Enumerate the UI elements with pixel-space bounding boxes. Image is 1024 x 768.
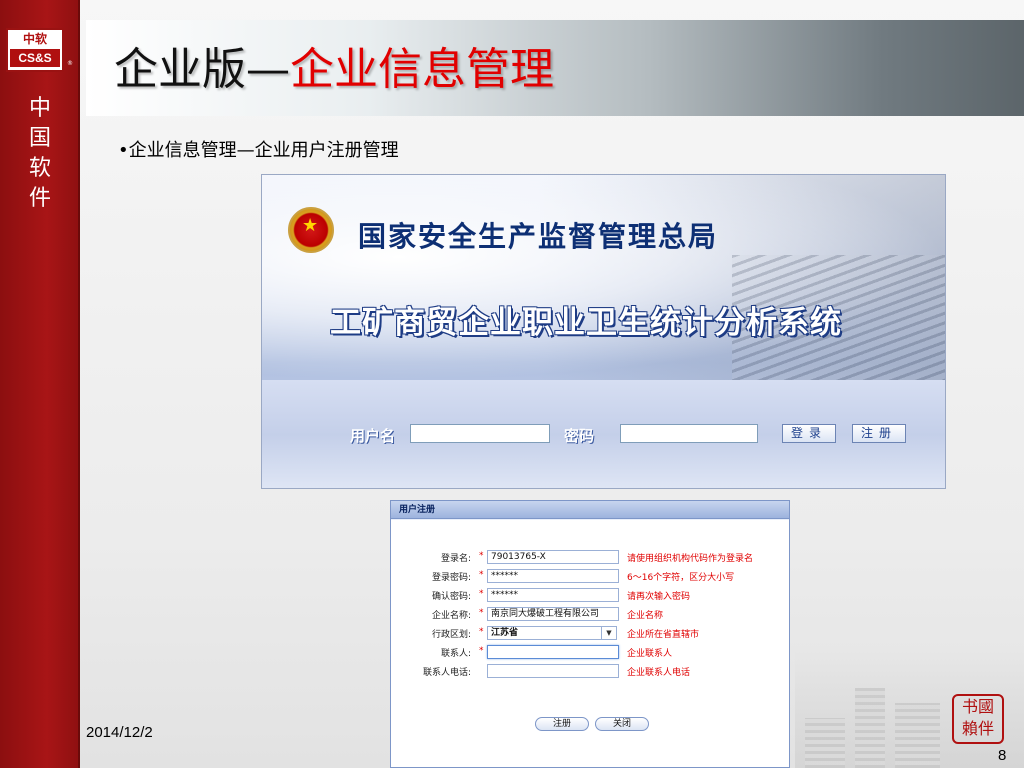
contact-hint: 企业联系人 <box>627 649 673 659</box>
region-select-value: 江苏省 <box>491 628 519 638</box>
contact-phone-hint: 企业联系人电话 <box>627 668 691 678</box>
building-shape <box>855 688 885 768</box>
required-mark: * <box>479 646 484 656</box>
register-form: 登录名: * 79013765-X 请使用组织机构代码作为登录名 登录密码: *… <box>391 520 789 767</box>
contact-label: 联系人: <box>440 649 471 659</box>
seal-text-line: 书國 <box>961 697 994 716</box>
login-screenshot: ★ 国家安全生产监督管理总局 工矿商贸企业职业卫生统计分析系统 用户名 密码 登… <box>261 174 946 489</box>
login-name-label: 登录名: <box>440 554 471 564</box>
close-button[interactable]: 关闭 <box>595 717 649 731</box>
css-logo: 中软 CS&S <box>6 28 64 72</box>
star-icon: ★ <box>302 215 319 236</box>
seal-stamp: 书國 賴伴 <box>952 694 1004 744</box>
register-button[interactable]: 注册 <box>852 424 906 443</box>
region-label: 行政区划: <box>431 630 471 640</box>
login-name-hint: 请使用组织机构代码作为登录名 <box>627 554 754 564</box>
slide: 中软 CS&S ® 中 国 软 件 企业版—企业信息管理 •企业信息管理—企业用… <box>0 0 1024 768</box>
sidebar-char: 中 <box>28 96 51 121</box>
company-name-hint: 企业名称 <box>627 611 664 621</box>
register-panel-header: 用户注册 <box>391 501 789 519</box>
building-shape <box>895 703 940 768</box>
region-hint: 企业所在省直辖市 <box>627 630 700 640</box>
confirm-password-label: 确认密码: <box>431 592 471 602</box>
required-mark: * <box>479 551 484 561</box>
username-label: 用户名 <box>350 427 396 445</box>
sidebar-vertical-text: 中 国 软 件 <box>22 94 58 214</box>
login-name-input[interactable]: 79013765-X <box>487 550 619 564</box>
page-number: 8 <box>998 747 1007 764</box>
company-name-input[interactable]: 南京同大爆破工程有限公司 <box>487 607 619 621</box>
register-screenshot: 用户注册 登录名: * 79013765-X 请使用组织机构代码作为登录名 登录… <box>390 500 790 768</box>
chevron-down-icon[interactable]: ▼ <box>601 627 616 639</box>
confirm-password-input[interactable]: ****** <box>487 588 619 602</box>
submit-register-button[interactable]: 注册 <box>535 717 589 731</box>
seal-text-line: 賴伴 <box>961 719 994 738</box>
required-mark: * <box>479 589 484 599</box>
required-mark: * <box>479 608 484 618</box>
password-input[interactable] <box>620 424 758 443</box>
password-hint: 6～16个字符，区分大小写 <box>627 573 735 583</box>
building-shape <box>805 718 845 768</box>
national-emblem-icon: ★ <box>288 207 334 253</box>
footer-date: 2014/12/2 <box>86 724 153 741</box>
password-input[interactable]: ****** <box>487 569 619 583</box>
region-select[interactable]: 江苏省 ▼ <box>487 626 617 640</box>
password-label: 密码 <box>564 427 595 445</box>
bullet-text: •企业信息管理—企业用户注册管理 <box>118 140 399 161</box>
sidebar-char: 件 <box>28 186 51 211</box>
contact-phone-input[interactable] <box>487 664 619 678</box>
page-title: 企业版—企业信息管理 <box>114 42 554 98</box>
logo-bottom-text: CS&S <box>10 49 60 67</box>
required-mark: * <box>479 570 484 580</box>
system-name: 工矿商贸企业职业卫生统计分析系统 <box>330 305 842 341</box>
confirm-password-hint: 请再次输入密码 <box>627 592 691 602</box>
login-button[interactable]: 登录 <box>782 424 836 443</box>
username-input[interactable] <box>410 424 550 443</box>
title-prefix: 企业版— <box>114 44 290 95</box>
contact-phone-label: 联系人电话: <box>422 668 471 678</box>
company-name-label: 企业名称: <box>431 611 471 621</box>
registered-mark: ® <box>67 60 73 67</box>
sidebar-char: 软 <box>28 156 51 181</box>
sidebar-char: 国 <box>28 126 51 151</box>
sidebar: 中软 CS&S ® 中 国 软 件 <box>0 0 80 768</box>
password-label: 登录密码: <box>431 573 471 583</box>
required-mark: * <box>479 627 484 637</box>
organization-name: 国家安全生产监督管理总局 <box>358 220 719 253</box>
contact-input[interactable] <box>487 645 619 659</box>
title-highlight: 企业信息管理 <box>290 44 554 95</box>
logo-top-text: 中软 <box>22 32 47 46</box>
